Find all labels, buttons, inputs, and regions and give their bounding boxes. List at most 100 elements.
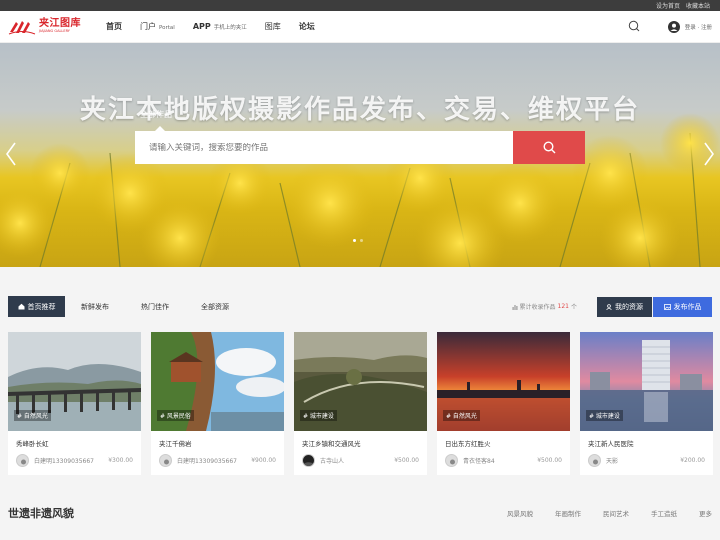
logo-subtitle: JIAJIANG GALLERY [39, 29, 70, 34]
price: ¥500.00 [537, 457, 562, 464]
section-link-papermaking[interactable]: 手工造纸 [651, 508, 677, 518]
works-count: 累计收录作品 121 个 [512, 302, 577, 311]
price: ¥900.00 [251, 457, 276, 464]
search-icon[interactable] [628, 20, 640, 32]
category-tag[interactable]: # 自然风光 [443, 410, 480, 421]
author-name[interactable]: 天影 [606, 456, 618, 465]
tab-fresh[interactable]: 新鲜发布 [65, 296, 125, 317]
category-tag[interactable]: # 城市建设 [586, 410, 623, 421]
set-home-link[interactable]: 设为首页 [656, 1, 680, 10]
nav-label: 首页 [106, 22, 122, 31]
author-name[interactable]: 白建明13309035667 [177, 456, 237, 465]
user-icon[interactable] [667, 20, 680, 33]
price: ¥300.00 [108, 457, 133, 464]
work-image[interactable]: # 自然风光 [437, 332, 570, 431]
nav-label: 门户 [140, 22, 156, 31]
work-image[interactable]: # 自然风光 [8, 332, 141, 431]
section-link-new-year-painting[interactable]: 年画制作 [555, 508, 581, 518]
work-title[interactable]: 秀峰卧长虹 [16, 438, 141, 448]
work-title[interactable]: 夹江千佛岩 [159, 438, 284, 448]
count-unit: 个 [570, 304, 577, 311]
search-icon [542, 141, 555, 154]
category-tag[interactable]: # 风景民俗 [157, 410, 194, 421]
home-icon [18, 303, 24, 310]
section-link-scenery[interactable]: 风景风貌 [507, 508, 533, 518]
work-card[interactable]: # 城市建设 夹江乡镇和交通风光 古寺山人 ¥500.00 [294, 332, 427, 475]
section-title: 世遗非遗风貌 [8, 507, 74, 520]
price: ¥200.00 [680, 457, 705, 464]
avatar[interactable] [588, 454, 601, 467]
carousel-dot[interactable] [360, 239, 363, 242]
work-card[interactable]: # 自然风光 日出东方红胜火 青衣怪客84 ¥500.00 [437, 332, 570, 475]
nav-item-gallery[interactable]: 图库 [265, 21, 281, 32]
carousel-dots [353, 239, 363, 242]
work-card[interactable]: # 城市建设 夹江新人民医院 天影 ¥200.00 [580, 332, 713, 475]
tab-home-recommend[interactable]: 首页推荐 [8, 296, 65, 317]
register-link[interactable]: 注册 [701, 25, 712, 31]
work-image[interactable]: # 城市建设 [580, 332, 713, 431]
category-tag[interactable]: # 城市建设 [300, 410, 337, 421]
work-image[interactable]: # 风景民俗 [151, 332, 284, 431]
count-value: 121 [557, 303, 569, 310]
bookmark-link[interactable]: 收藏本站 [686, 1, 710, 10]
work-title[interactable]: 日出东方红胜火 [445, 438, 570, 448]
section-links: 风景风貌 年画制作 民间艺术 手工造纸 更多 [507, 508, 712, 518]
content-tabs: 首页推荐 新鲜发布 热门佳作 全部资源 累计收录作品 121 个 我的资源 发布… [8, 296, 712, 317]
avatar[interactable] [16, 454, 29, 467]
search-button[interactable] [513, 131, 585, 164]
nav-item-portal[interactable]: 门户 Portal [140, 21, 175, 32]
search-tab-all[interactable]: 全部作品 [140, 109, 172, 120]
avatar[interactable] [445, 454, 458, 467]
button-label: 发布作品 [673, 302, 702, 311]
carousel-dot[interactable] [353, 239, 356, 242]
separator: · [697, 24, 700, 31]
work-title[interactable]: 夹江乡镇和交通风光 [302, 438, 427, 448]
avatar[interactable] [302, 454, 315, 467]
bar-chart-icon [512, 304, 518, 310]
nav-sub-label: Portal [159, 25, 175, 31]
work-card[interactable]: # 风景民俗 夹江千佛岩 白建明13309035667 ¥900.00 [151, 332, 284, 475]
publish-button[interactable]: 发布作品 [653, 296, 712, 317]
work-card[interactable]: # 自然风光 秀峰卧长虹 白建明13309035667 ¥300.00 [8, 332, 141, 475]
nav-label: APP [192, 22, 211, 31]
hero-title: 夹江本地版权摄影作品发布、交易、维权平台 [79, 95, 640, 125]
search-box [135, 131, 513, 164]
tab-all[interactable]: 全部资源 [185, 296, 245, 317]
tab-hot[interactable]: 热门佳作 [125, 296, 185, 317]
site-header: 夹江图库 JIAJIANG GALLERY 首页 门户 Portal APP 手机上… [0, 11, 720, 43]
search-input[interactable] [149, 142, 513, 153]
author-name[interactable]: 青衣怪客84 [463, 456, 495, 465]
section-link-folk-art[interactable]: 民间艺术 [603, 508, 629, 518]
main-nav: 首页 门户 Portal APP 手机上的夹江 图库 论坛 [106, 21, 333, 32]
author-name[interactable]: 古寺山人 [320, 456, 344, 465]
work-image[interactable]: # 城市建设 [294, 332, 427, 431]
heritage-section-header: 世遗非遗风貌 风景风貌 年画制作 民间艺术 手工造纸 更多 [8, 505, 712, 521]
section-link-more[interactable]: 更多 [699, 508, 712, 518]
nav-label: 图库 [264, 22, 281, 31]
image-icon [663, 303, 671, 310]
logo-name: 夹江图库 [39, 18, 81, 30]
login-link[interactable]: 登录 [685, 25, 696, 31]
works-grid: # 自然风光 秀峰卧长虹 白建明13309035667 ¥300.00 # 风景… [8, 332, 713, 475]
chevron-left-icon[interactable] [4, 141, 18, 167]
nav-item-forum[interactable]: 论坛 [299, 21, 315, 32]
logo-icon [8, 20, 36, 34]
author-name[interactable]: 白建明13309035667 [34, 456, 94, 465]
site-logo[interactable]: 夹江图库 JIAJIANG GALLERY [8, 18, 90, 36]
my-resources-button[interactable]: 我的资源 [597, 296, 652, 317]
category-tag[interactable]: # 自然风光 [14, 410, 51, 421]
hero-banner: 夹江本地版权摄影作品发布、交易、维权平台 全部作品 [0, 43, 720, 267]
nav-sub-label: 手机上的夹江 [213, 25, 247, 31]
chevron-right-icon[interactable] [702, 141, 716, 167]
avatar[interactable] [159, 454, 172, 467]
top-bar: 设为首页 收藏本站 [0, 0, 720, 11]
user-icon [606, 303, 612, 310]
nav-item-app[interactable]: APP 手机上的夹江 [193, 22, 247, 31]
button-label: 我的资源 [615, 302, 643, 311]
work-title[interactable]: 夹江新人民医院 [588, 438, 713, 448]
tab-label: 首页推荐 [27, 302, 56, 311]
nav-label: 论坛 [298, 22, 315, 31]
nav-item-home[interactable]: 首页 [106, 21, 122, 32]
count-label: 累计收录作品 [519, 304, 556, 311]
price: ¥500.00 [394, 457, 419, 464]
